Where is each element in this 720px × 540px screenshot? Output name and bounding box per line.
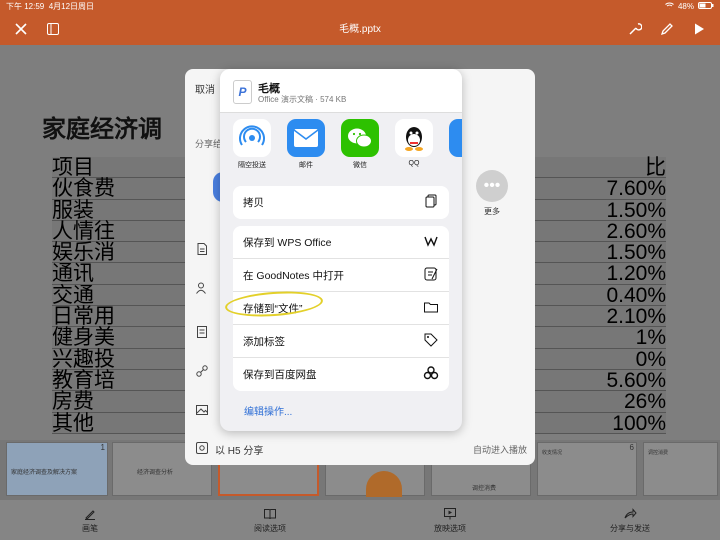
playback-options-button[interactable]: 放映选项 — [410, 507, 490, 534]
slide-cell-left: 健身美 — [52, 327, 192, 349]
share-label: 分享给 — [195, 139, 223, 149]
open-in-goodnotes-action[interactable]: 在 GoodNotes 中打开 — [233, 259, 449, 292]
app-icon — [449, 119, 462, 157]
wrench-icon[interactable] — [624, 18, 646, 40]
play-icon[interactable] — [688, 18, 710, 40]
file-meta: Office 演示文稿 · 574 KB — [258, 95, 347, 104]
edit-actions-link[interactable]: 编辑操作... — [244, 403, 292, 418]
airdrop-icon — [233, 119, 271, 157]
reading-options-button[interactable]: 阅读选项 — [230, 507, 310, 534]
slide-cell-right: 2.10% — [530, 306, 666, 328]
pencil-icon[interactable] — [656, 18, 678, 40]
app-mail[interactable]: 邮件 — [284, 119, 328, 170]
tag-icon — [423, 332, 439, 351]
book-icon — [263, 507, 277, 523]
folder-icon — [423, 299, 439, 318]
share-app-row: 隔空投送 邮件 微信 QQ — [220, 115, 462, 175]
pptx-file-icon: P — [233, 80, 252, 104]
slide-cell-left: 日常用 — [52, 306, 192, 328]
slide-cell-right: 100% — [530, 412, 666, 434]
copy-icon — [423, 193, 439, 212]
slide-cell-left: 项目 — [52, 157, 192, 179]
slide-cell-left: 兴趣投 — [52, 349, 192, 370]
h5-icon — [195, 441, 209, 458]
slide-cell-right: 7.60% — [530, 178, 666, 200]
link-icon[interactable] — [195, 364, 209, 378]
status-bar: 下午 12:59 4月12日周日 48% — [0, 0, 720, 12]
wechat-icon — [341, 119, 379, 157]
slide-cell-right: 1.20% — [530, 263, 666, 285]
app-airdrop[interactable]: 隔空投送 — [230, 119, 274, 170]
slide-cell-left: 通讯 — [52, 263, 192, 285]
add-tag-action[interactable]: 添加标签 — [233, 325, 449, 358]
goodnotes-icon — [423, 266, 439, 285]
save-to-wps-action[interactable]: 保存到 WPS Office — [233, 226, 449, 259]
wifi-icon — [665, 2, 674, 11]
slide-cell-left: 其他 — [52, 412, 192, 434]
slide-cell-right: 1.50% — [530, 199, 666, 221]
cancel-button[interactable]: 取消 — [195, 81, 215, 96]
slide-table-right-column: 比 7.60% 1.50% 2.60% 1.50% 1.20% 0.40% 2.10% 1% 0%… — [530, 157, 666, 434]
app-qq[interactable]: QQ — [392, 119, 436, 167]
share-send-button[interactable]: 分享与发送 — [590, 507, 670, 534]
slide-cell-left: 交通 — [52, 285, 192, 307]
app-partial[interactable] — [446, 119, 462, 160]
battery-level: 48% — [677, 1, 694, 11]
play-options-icon — [443, 507, 457, 523]
slide-cell-right: 1.50% — [530, 242, 666, 264]
ios-share-sheet: P 毛概 Office 演示文稿 · 574 KB 隔空投送 邮件 微信 QQ … — [220, 69, 462, 431]
auto-play-toggle[interactable]: 自动进入播放 — [473, 443, 527, 456]
copy-action[interactable]: 拷贝 — [233, 186, 449, 219]
share-sheet-header: P 毛概 Office 演示文稿 · 574 KB — [220, 69, 462, 113]
slide-cell-left: 教育培 — [52, 370, 192, 392]
qq-icon — [395, 119, 433, 157]
slide-cell-right: 1% — [530, 327, 666, 349]
slide-table-left-column: 项目 伙食费 服装 人情往 娱乐消 通讯 交通 日常用 健身美 兴趣投 教育培 房费 其他 — [52, 157, 192, 434]
document-icon[interactable] — [195, 242, 209, 256]
ellipsis-icon: ••• — [476, 170, 508, 202]
slide-cell-right: 26% — [530, 391, 666, 413]
user-share-icon[interactable] — [195, 281, 209, 295]
thumbnail-slide-6[interactable]: 6 收支情况 — [537, 442, 637, 496]
title-bar: 毛概.pptx — [0, 12, 720, 45]
app-wechat[interactable]: 微信 — [338, 119, 382, 170]
slide-cell-right: 比 — [530, 157, 666, 179]
copy-group: 拷贝 — [233, 186, 449, 219]
status-time: 下午 12:59 — [6, 1, 45, 11]
image-icon[interactable] — [195, 403, 209, 417]
slide-cell-left: 娱乐消 — [52, 242, 192, 264]
status-date: 4月12日周日 — [48, 1, 95, 11]
slide-cell-left: 房费 — [52, 391, 192, 413]
slide-cell-right: 0% — [530, 349, 666, 370]
more-button[interactable]: ••• 更多 — [474, 170, 510, 217]
bottom-toolbar: 画笔 阅读选项 放映选项 分享与发送 — [0, 500, 720, 540]
slide-cell-right: 0.40% — [530, 285, 666, 307]
h5-share-button[interactable]: 以 H5 分享 — [195, 441, 263, 458]
battery-icon — [698, 1, 714, 11]
thumbnail-slide-7[interactable]: 调控消费 — [643, 442, 718, 496]
share-icon — [623, 507, 637, 523]
save-to-baidu-action[interactable]: 保存到百度网盘 — [233, 358, 449, 391]
page-icon[interactable] — [195, 325, 209, 339]
slide-cell-left: 服装 — [52, 199, 192, 221]
pen-icon — [83, 507, 97, 523]
document-title: 毛概.pptx — [339, 24, 381, 35]
wps-icon — [423, 233, 439, 252]
slide-cell-right: 2.60% — [530, 221, 666, 243]
thumbnail-slide-1[interactable]: 1 家庭经济调查及解决方案 — [6, 442, 108, 496]
baidu-icon — [423, 365, 439, 384]
slide-cell-left: 伙食费 — [52, 178, 192, 200]
mail-icon — [287, 119, 325, 157]
pen-button[interactable]: 画笔 — [50, 507, 130, 534]
slide-title: 家庭经济调 — [42, 116, 162, 143]
slide-cell-left: 人情往 — [52, 221, 192, 243]
slide-cell-right: 5.60% — [530, 370, 666, 392]
